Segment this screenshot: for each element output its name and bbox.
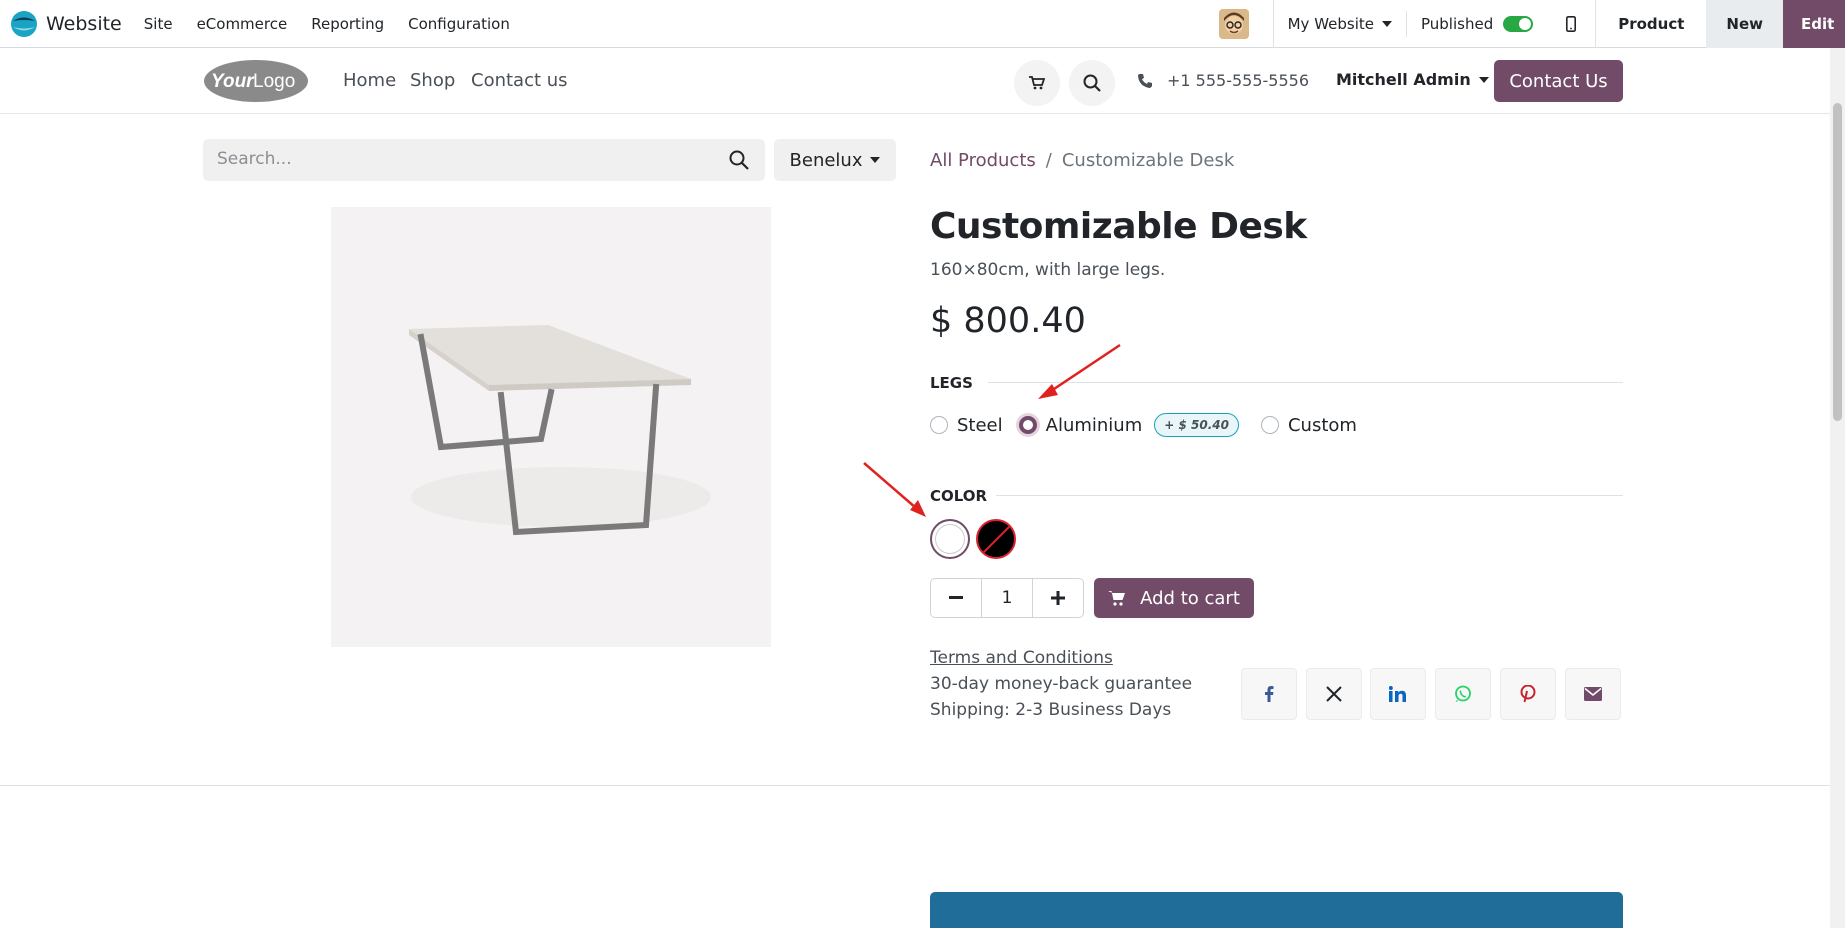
add-to-cart-label: Add to cart [1140,587,1240,609]
plus-icon [1050,591,1065,605]
arrow-head-icon [1038,384,1058,399]
shipping-text: Shipping: 2-3 Business Days [930,700,1172,720]
nav-contact-us[interactable]: Contact us [471,70,568,91]
site-logo[interactable]: Your Logo [203,59,309,103]
desk-image [409,325,711,536]
pricelist-dropdown[interactable]: Benelux [774,139,896,181]
radio-steel[interactable] [930,416,948,434]
radio-aluminium[interactable] [1018,416,1037,434]
phone-link[interactable]: +1 555-555-5556 [1137,71,1309,90]
phone-number: +1 555-555-5556 [1167,71,1310,90]
app-name: Website [46,12,122,35]
share-email[interactable] [1565,668,1621,720]
breadcrumb-separator: / [1045,150,1052,171]
legs-option-aluminium[interactable]: Aluminium [1046,415,1143,436]
svg-text:Your: Your [211,71,255,92]
product-image[interactable] [331,207,771,647]
legs-options: Steel Aluminium + $ 50.40 Custom [930,413,1373,437]
search-button[interactable] [1069,60,1115,106]
user-menu[interactable]: Mitchell Admin [1336,70,1489,89]
product-search [203,139,765,181]
menu-ecommerce[interactable]: eCommerce [185,0,300,48]
pricelist-label: Benelux [789,149,863,171]
admin-navbar: Website Site eCommerce Reporting Configu… [0,0,1845,48]
legs-attribute-label: LEGS [930,374,973,392]
nav-home[interactable]: Home [343,70,396,91]
add-to-cart-button[interactable]: Add to cart [1094,578,1254,618]
x-icon [1326,686,1342,702]
nav-shop[interactable]: Shop [410,70,455,91]
website-header: Your Logo Home Shop Contact us +1 555-55… [0,48,1830,114]
extra-price-badge: + $ 50.40 [1154,413,1239,437]
color-attribute-label: COLOR [930,487,988,505]
promo-banner [930,892,1623,928]
share-linkedin[interactable] [1370,668,1426,720]
published-label: Published [1421,15,1494,33]
website-selector[interactable]: My Website [1274,0,1406,48]
pinterest-icon [1520,685,1536,703]
website-app-icon [11,10,37,37]
menu-site[interactable]: Site [132,0,185,48]
caret-down-icon [1478,76,1489,83]
svg-text:Logo: Logo [253,71,295,92]
breadcrumb-current: Customizable Desk [1061,150,1235,171]
quantity-stepper: 1 [930,578,1084,618]
caret-down-icon [870,157,881,163]
menu-configuration[interactable]: Configuration [396,0,522,48]
minus-button[interactable] [931,579,981,617]
cart-button[interactable] [1014,60,1060,106]
cart-icon [1029,76,1045,90]
facebook-icon [1265,686,1274,702]
guarantee-text: 30-day money-back guarantee [930,674,1193,694]
breadcrumb-all-products[interactable]: All Products [930,150,1036,171]
product-description: 160×80cm, with large legs. [930,260,1166,280]
search-icon[interactable] [729,150,749,170]
terms-link[interactable]: Terms and Conditions [930,648,1113,668]
divider [996,495,1623,496]
breadcrumb: All Products / Customizable Desk [930,150,1234,171]
phone-icon [1138,73,1152,88]
toggle-switch-icon[interactable] [1503,16,1534,32]
user-name: Mitchell Admin [1336,70,1471,89]
contact-us-button[interactable]: Contact Us [1494,60,1623,102]
linkedin-icon [1389,686,1406,702]
section-divider [0,785,1830,786]
avatar-icon [1218,9,1249,39]
mobile-preview-button[interactable] [1547,0,1595,48]
email-icon [1584,687,1602,701]
scrollbar-thumb[interactable] [1833,103,1842,421]
menu-reporting[interactable]: Reporting [299,0,396,48]
radio-custom[interactable] [1260,416,1279,434]
arrow-head-icon [910,500,926,517]
minus-icon [949,596,964,599]
whatsapp-icon [1455,685,1471,702]
color-swatch-black[interactable] [976,519,1016,559]
search-input[interactable] [217,149,697,169]
website-selector-label: My Website [1287,15,1374,33]
page-scrollbar[interactable] [1830,48,1845,928]
share-whatsapp[interactable] [1435,668,1491,720]
mobile-icon [1566,16,1577,32]
share-x[interactable] [1306,668,1362,720]
legs-option-custom[interactable]: Custom [1288,415,1357,436]
divider [988,382,1623,383]
app-switcher[interactable]: Website [0,0,132,48]
legs-option-steel[interactable]: Steel [957,415,1003,436]
product-price: $ 800.40 [930,301,1086,341]
share-pinterest[interactable] [1500,668,1556,720]
quantity-input[interactable]: 1 [981,579,1033,617]
share-facebook[interactable] [1241,668,1297,720]
publish-toggle[interactable]: Published [1407,0,1547,48]
cart-icon [1108,591,1126,606]
user-avatar[interactable] [1218,9,1249,39]
edit-button[interactable]: Edit [1783,0,1845,48]
product-title: Customizable Desk [930,206,1307,247]
product-button[interactable]: Product [1596,0,1706,48]
search-icon [1083,74,1101,92]
new-button[interactable]: New [1706,0,1783,48]
color-swatch-white[interactable] [930,519,970,559]
plus-button[interactable] [1033,579,1083,617]
caret-down-icon [1382,21,1392,27]
